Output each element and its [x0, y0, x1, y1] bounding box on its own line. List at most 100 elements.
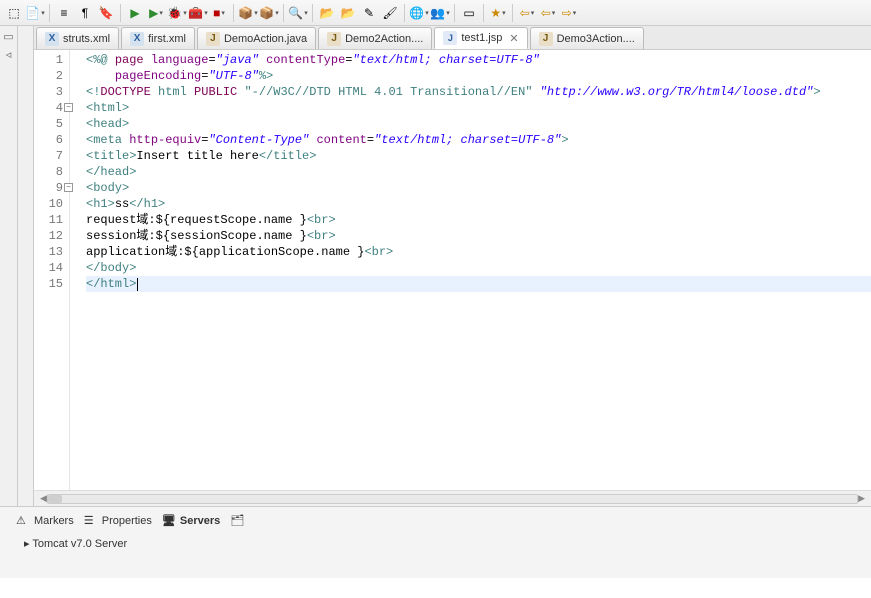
scroll-thumb[interactable]: [48, 495, 62, 503]
search-icon[interactable]: 🔍: [288, 3, 308, 23]
code-line[interactable]: pageEncoding="UTF-8"%>: [86, 68, 871, 84]
scroll-right-icon[interactable]: ▶: [858, 493, 865, 504]
align-icon[interactable]: ≡: [54, 3, 74, 23]
scroll-left-icon[interactable]: ◀: [40, 493, 47, 504]
line-number: 2: [36, 68, 63, 84]
view-tab-label: Properties: [102, 515, 152, 527]
editor-body: 1234−56789−101112131415 <%@ page languag…: [34, 50, 871, 490]
java-file-icon: J: [327, 32, 341, 46]
back2-icon[interactable]: ⇦: [538, 3, 558, 23]
editor-tab-demoaction-java[interactable]: J DemoAction.java: [197, 27, 316, 49]
editor-tab-first-xml[interactable]: Xfirst.xml: [121, 27, 195, 49]
left-trim: ▭ ◃: [0, 26, 18, 506]
line-number: 6: [36, 132, 63, 148]
code-line[interactable]: </body>: [86, 260, 871, 276]
editor-tab-demo2action-[interactable]: JDemo2Action....: [318, 27, 432, 49]
run-dd-icon[interactable]: ▶: [146, 3, 166, 23]
separator: [312, 4, 313, 22]
open-type-icon[interactable]: 📂: [338, 3, 358, 23]
markers-icon: ⚠: [16, 514, 30, 528]
view-tab-label: Markers: [34, 515, 74, 527]
restore-icon[interactable]: ◃: [2, 48, 16, 62]
code-line[interactable]: <head>: [86, 116, 871, 132]
view-tabs: ⚠ Markers ☰Properties 🖥 Servers 🗂: [4, 511, 867, 531]
line-number: 1: [36, 52, 63, 68]
wrap-icon[interactable]: ¶: [75, 3, 95, 23]
minimize-icon[interactable]: ▭: [2, 30, 16, 44]
editor-tab-test1-jsp[interactable]: Jtest1.jsp ✕: [434, 27, 527, 49]
code-line[interactable]: </head>: [86, 164, 871, 180]
debug-icon[interactable]: 🐞: [167, 3, 187, 23]
fav-icon[interactable]: ★: [488, 3, 508, 23]
tag-icon[interactable]: 🔖: [96, 3, 116, 23]
run-icon[interactable]: ▶: [125, 3, 145, 23]
server-entry[interactable]: ▸ Tomcat v7.0 Server: [4, 531, 867, 550]
pkg-icon[interactable]: ▭: [459, 3, 479, 23]
server-label: Tomcat v7.0 Server: [32, 538, 127, 550]
view-tab-servers[interactable]: 🖥 Servers: [162, 514, 220, 528]
line-number: 4−: [36, 100, 63, 116]
tab-label: DemoAction.java: [224, 33, 307, 45]
jsp-file-icon: J: [443, 31, 457, 45]
editor-area: Xstruts.xmlXfirst.xml J DemoAction.java JDe…: [34, 26, 871, 506]
fwd-icon[interactable]: ⇨: [559, 3, 579, 23]
code-line[interactable]: <body>: [86, 180, 871, 196]
code-line[interactable]: <h1>ss</h1>: [86, 196, 871, 212]
code-line[interactable]: </html>: [86, 276, 871, 292]
servers-icon: 🖥: [162, 514, 176, 528]
java-file-icon: J: [206, 32, 220, 46]
new-icon[interactable]: 📦: [238, 3, 258, 23]
horizontal-scrollbar[interactable]: ◀ ▶: [34, 490, 871, 506]
brush-icon[interactable]: 🖌: [380, 3, 400, 23]
line-number: 3: [36, 84, 63, 100]
view-tab-properties[interactable]: ☰Properties: [84, 514, 152, 528]
editor-tabbar: Xstruts.xmlXfirst.xml J DemoAction.java JDe…: [34, 26, 871, 50]
view-tab-label: Servers: [180, 515, 220, 527]
globe-icon[interactable]: 🌐: [409, 3, 429, 23]
code-line[interactable]: <html>: [86, 100, 871, 116]
code-area[interactable]: <%@ page language="java" contentType="te…: [82, 50, 871, 490]
code-line[interactable]: <%@ page language="java" contentType="te…: [86, 52, 871, 68]
wand-icon[interactable]: ✎: [359, 3, 379, 23]
code-line[interactable]: <meta http-equiv="Content-Type" content=…: [86, 132, 871, 148]
line-number: 15: [36, 276, 63, 292]
line-number: 13: [36, 244, 63, 260]
main-toolbar: ⬚ 📄 ≡ ¶ 🔖 ▶ ▶ 🐞 🧰 ■ 📦 📦 🔍 📂 📂 ✎ 🖌 🌐 👥 ▭ …: [0, 0, 871, 26]
code-line[interactable]: session域:${sessionScope.name }<br>: [86, 228, 871, 244]
close-icon[interactable]: ✕: [509, 32, 518, 45]
new2-icon[interactable]: 📦: [259, 3, 279, 23]
ext-tools-icon[interactable]: 🧰: [188, 3, 208, 23]
separator: [233, 4, 234, 22]
line-number: 12: [36, 228, 63, 244]
stop-icon[interactable]: ■: [209, 3, 229, 23]
data-icon: 🗂: [230, 514, 244, 528]
code-line[interactable]: <!DOCTYPE html PUBLIC "-//W3C//DTD HTML …: [86, 84, 871, 100]
xml-file-icon: X: [45, 32, 59, 46]
separator: [283, 4, 284, 22]
view-tab-data[interactable]: 🗂: [230, 514, 248, 528]
code-line[interactable]: application域:${applicationScope.name }<b…: [86, 244, 871, 260]
editor-tab-struts-xml[interactable]: Xstruts.xml: [36, 27, 119, 49]
separator: [120, 4, 121, 22]
java-file-icon: J: [539, 32, 553, 46]
back-icon[interactable]: ⇦: [517, 3, 537, 23]
open-icon[interactable]: 📂: [317, 3, 337, 23]
code-line[interactable]: request域:${requestScope.name }<br>: [86, 212, 871, 228]
xml-file-icon: X: [130, 32, 144, 46]
separator: [483, 4, 484, 22]
separator: [512, 4, 513, 22]
scroll-track[interactable]: [47, 494, 858, 504]
main-area: ▭ ◃ Xstruts.xmlXfirst.xml J DemoAction.jav…: [0, 26, 871, 506]
tab-label: test1.jsp: [461, 32, 502, 44]
nav-dd-icon[interactable]: 📄: [25, 3, 45, 23]
code-line[interactable]: <title>Insert title here</title>: [86, 148, 871, 164]
bottom-panel: ⚠ Markers ☰Properties 🖥 Servers 🗂 ▸ Tomcat v7…: [0, 506, 871, 578]
line-number: 5: [36, 116, 63, 132]
nav-icon[interactable]: ⬚: [4, 3, 24, 23]
team-icon[interactable]: 👥: [430, 3, 450, 23]
fold-column: [70, 50, 82, 490]
separator: [404, 4, 405, 22]
separator: [454, 4, 455, 22]
editor-tab-demo3action-[interactable]: JDemo3Action....: [530, 27, 644, 49]
view-tab-markers[interactable]: ⚠ Markers: [16, 514, 74, 528]
